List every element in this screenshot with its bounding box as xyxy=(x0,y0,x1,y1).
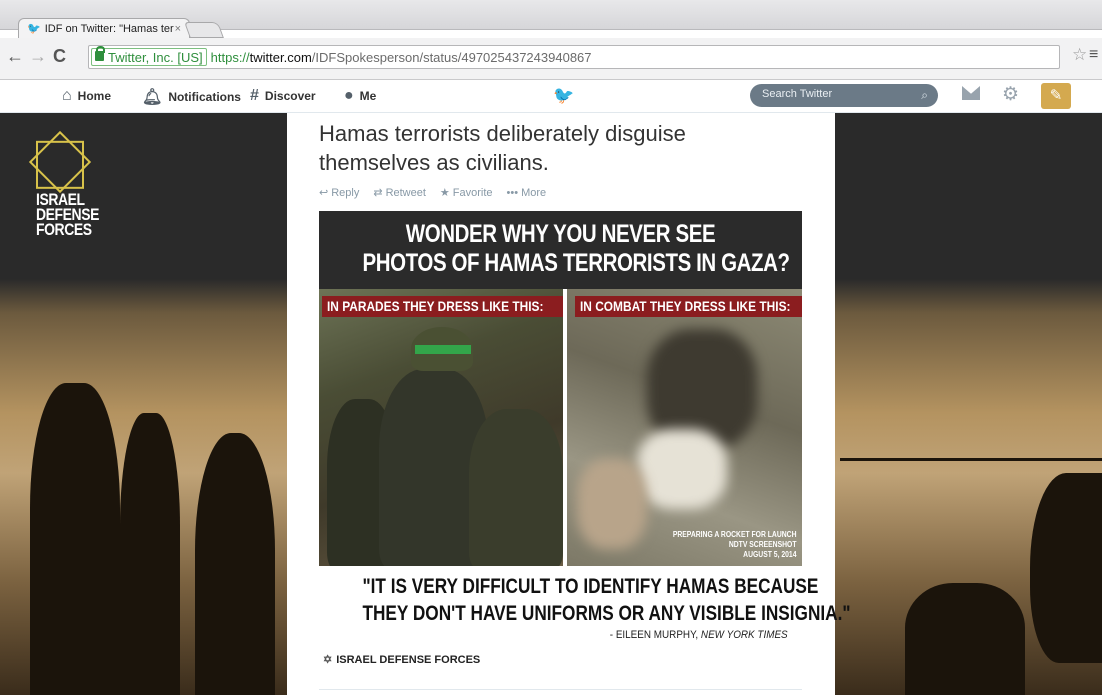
twitter-bird-icon[interactable]: 🐦 xyxy=(553,86,574,106)
browser-toolbar: ← → C Twitter, Inc. [US] https:// twitte… xyxy=(0,38,1102,80)
combat-photo: IN COMBAT THEY DRESS LIKE THIS: PREPARIN… xyxy=(567,289,802,566)
soldier-silhouette xyxy=(195,433,275,695)
lock-icon xyxy=(95,46,105,61)
gear-icon[interactable]: ⚙ xyxy=(1002,83,1019,106)
nav-me-label: Me xyxy=(359,89,377,103)
bookmark-star-icon[interactable]: ☆ xyxy=(1072,45,1087,65)
tab-strip: 🐦 IDF on Twitter: "Hamas ter × xyxy=(0,0,1102,38)
green-headband xyxy=(415,345,471,354)
nav-me[interactable]: ● Me xyxy=(344,87,376,105)
reload-icon[interactable]: C xyxy=(53,46,66,67)
footer-logo-text: ISRAEL DEFENSE FORCES xyxy=(336,653,481,666)
tweet-actions: ↩ Reply ⇄ Retweet ★ Favorite ••• More xyxy=(319,186,547,200)
nav-notifications-label: Notifications xyxy=(168,90,241,104)
soldier-silhouette xyxy=(120,413,180,695)
right-panel-label: IN COMBAT THEY DRESS LIKE THIS: xyxy=(575,296,802,317)
twitter-bird-icon: 🐦 xyxy=(27,23,41,35)
quote-attribution: - EILEEN MURPHY, NEW YORK TIMES xyxy=(610,629,788,641)
tweet-image[interactable]: WONDER WHY YOU NEVER SEE PHOTOS OF HAMAS… xyxy=(319,211,851,695)
compose-icon: ✎ xyxy=(1049,87,1063,104)
retweet-icon: ⇄ xyxy=(373,187,383,199)
star-of-david-icon xyxy=(28,130,92,194)
soldier-figure xyxy=(469,409,563,566)
bell-icon: 🔔︎ xyxy=(142,89,163,106)
close-icon[interactable]: × xyxy=(175,23,181,35)
hashtag-icon: # xyxy=(250,87,259,104)
nav-discover-label: Discover xyxy=(264,89,316,103)
nav-home-label: Home xyxy=(77,89,112,103)
search-input[interactable]: Search Twitter ⌕ xyxy=(750,84,938,107)
menu-icon[interactable]: ≡ xyxy=(1089,46,1098,64)
blurred-figure xyxy=(637,429,727,509)
forward-arrow-icon[interactable]: → xyxy=(29,46,47,67)
more-action[interactable]: ••• More xyxy=(507,186,547,199)
back-arrow-icon[interactable]: ← xyxy=(6,46,24,67)
attribution-source: NEW YORK TIMES xyxy=(701,629,788,641)
quote-line1: "IT IS VERY DIFFICULT TO IDENTIFY HAMAS … xyxy=(362,575,819,598)
favorite-label: Favorite xyxy=(452,186,493,199)
helicopter-rotor xyxy=(840,458,1102,461)
headline-line1: WONDER WHY YOU NEVER SEE xyxy=(405,220,716,248)
ev-certificate-label: Twitter, Inc. [US] xyxy=(108,49,203,65)
messages-icon[interactable] xyxy=(962,86,980,100)
tab-title: IDF on Twitter: "Hamas ter xyxy=(44,22,174,35)
retweet-action[interactable]: ⇄ Retweet xyxy=(373,186,426,200)
soldier-silhouette xyxy=(905,583,1025,695)
search-placeholder: Search Twitter xyxy=(762,88,833,100)
helicopter-silhouette xyxy=(1030,473,1102,663)
url-path: /IDFSpokesperson/status/4970254372439408… xyxy=(311,49,592,65)
image-headline: WONDER WHY YOU NEVER SEE PHOTOS OF HAMAS… xyxy=(319,211,802,289)
headline-line2: PHOTOS OF HAMAS TERRORISTS IN GAZA? xyxy=(362,249,790,277)
attribution-prefix: - EILEEN MURPHY, xyxy=(610,629,702,641)
caption-line3: AUGUST 5, 2014 xyxy=(742,550,796,559)
idf-logo-line3: FORCES xyxy=(36,220,92,239)
browser-tab[interactable]: 🐦 IDF on Twitter: "Hamas ter × xyxy=(18,18,190,38)
reply-icon: ↩ xyxy=(319,187,329,199)
left-panel-label: IN PARADES THEY DRESS LIKE THIS: xyxy=(322,296,563,317)
photo-caption: PREPARING A ROCKET FOR LAUNCH NDTV SCREE… xyxy=(651,530,796,560)
address-bar[interactable]: Twitter, Inc. [US] https:// twitter.com … xyxy=(88,45,1060,69)
divider xyxy=(319,689,802,690)
favorite-action[interactable]: ★ Favorite xyxy=(439,186,493,200)
caption-line2: NDTV SCREENSHOT xyxy=(728,540,796,549)
soldier-silhouette xyxy=(30,383,120,695)
more-icon: ••• xyxy=(506,186,519,199)
quote-line2: THEY DON'T HAVE UNIFORMS OR ANY VISIBLE … xyxy=(362,602,851,625)
star-of-david-icon: ✡ xyxy=(323,654,333,666)
tweet-text: Hamas terrorists deliberately disguise t… xyxy=(319,121,686,175)
nav-home[interactable]: ⌂ Home xyxy=(62,87,111,105)
tweet-panel: Hamas terrorists deliberately disguise t… xyxy=(287,113,851,695)
search-icon[interactable]: ⌕ xyxy=(921,88,928,103)
reply-label: Reply xyxy=(331,186,360,199)
more-label: More xyxy=(521,186,547,199)
twitter-top-bar: ⌂ Home 🔔︎ Notifications # Discover ● Me … xyxy=(0,80,1102,113)
idf-logo: ISRAEL DEFENSE FORCES xyxy=(28,130,113,239)
reply-action[interactable]: ↩ Reply xyxy=(319,186,360,200)
star-icon: ★ xyxy=(439,187,450,199)
blurred-figure xyxy=(577,459,647,549)
url-host: twitter.com xyxy=(249,49,312,65)
caption-line1: PREPARING A ROCKET FOR LAUNCH xyxy=(672,530,796,539)
image-footer-logo: ✡ ISRAEL DEFENSE FORCES xyxy=(323,653,481,667)
user-icon: ● xyxy=(344,87,354,104)
nav-discover[interactable]: # Discover xyxy=(250,87,316,105)
home-icon: ⌂ xyxy=(62,87,72,104)
new-tab-button[interactable] xyxy=(184,22,224,38)
ev-certificate-badge[interactable]: Twitter, Inc. [US] xyxy=(91,46,207,66)
url-scheme: https:// xyxy=(210,49,250,65)
browser-window: 🐦 IDF on Twitter: "Hamas ter × ← → C Twi… xyxy=(0,0,1102,695)
compose-tweet-button[interactable]: ✎ xyxy=(1041,83,1071,109)
image-quote: "IT IS VERY DIFFICULT TO IDENTIFY HAMAS … xyxy=(319,573,851,627)
retweet-label: Retweet xyxy=(385,186,426,199)
nav-notifications[interactable]: 🔔︎ Notifications xyxy=(142,87,241,107)
parade-photo: IN PARADES THEY DRESS LIKE THIS: xyxy=(319,289,563,566)
